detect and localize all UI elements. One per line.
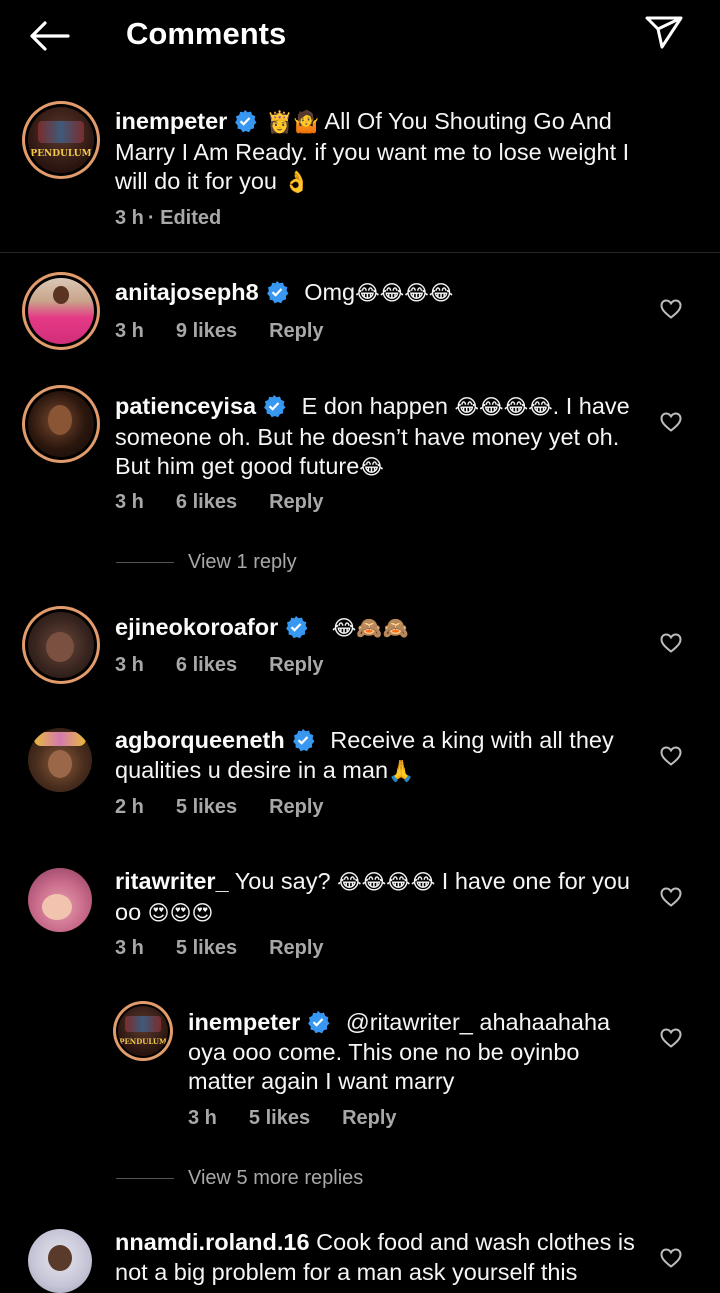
likes-count[interactable]: 6 likes <box>176 491 237 513</box>
view-replies-label: View 5 more replies <box>188 1167 364 1189</box>
comment-text: Omg <box>304 279 356 305</box>
mention-link[interactable]: @ritawriter_ <box>346 1009 473 1035</box>
emoji: 😍😍😍 <box>147 901 214 925</box>
reply-button[interactable]: Reply <box>269 796 323 818</box>
heart-icon[interactable] <box>660 746 682 766</box>
reply-button[interactable]: Reply <box>269 491 323 513</box>
heart-icon[interactable] <box>660 887 682 907</box>
reply-button[interactable]: Reply <box>269 937 323 959</box>
username[interactable]: inempeter <box>188 1009 300 1035</box>
view-replies-button[interactable]: View 5 more replies <box>116 1167 363 1190</box>
username[interactable]: agborqueeneth <box>115 727 285 753</box>
verified-badge-icon <box>286 616 308 639</box>
likes-count[interactable]: 6 likes <box>176 654 237 676</box>
avatar[interactable] <box>28 1229 92 1293</box>
divider-line <box>116 1178 174 1180</box>
heart-icon[interactable] <box>660 412 682 432</box>
timestamp: 2 h <box>115 796 144 818</box>
view-replies-button[interactable]: View 1 reply <box>116 551 297 574</box>
verified-badge-icon <box>292 729 315 752</box>
reply-button[interactable]: Reply <box>342 1107 396 1129</box>
avatar[interactable] <box>28 391 94 457</box>
share-icon[interactable] <box>644 14 684 50</box>
avatar[interactable]: PENDULUM <box>28 107 94 173</box>
heart-icon[interactable] <box>660 633 682 653</box>
verified-badge-icon <box>308 1011 330 1034</box>
verified-badge-icon <box>235 110 257 133</box>
divider-line <box>116 562 174 564</box>
timestamp: 3 h <box>115 654 144 676</box>
likes-count[interactable]: 5 likes <box>176 937 237 959</box>
divider <box>0 252 720 253</box>
caption-text: inempeter 👸🤷 All Of You Shouting Go And … <box>115 107 655 198</box>
emoji: 👸🤷 <box>266 111 320 134</box>
emoji: 🙏 <box>388 759 415 783</box>
likes-count[interactable]: 5 likes <box>249 1107 310 1129</box>
timestamp: 3 h <box>115 937 144 959</box>
heart-icon[interactable] <box>660 299 682 319</box>
avatar[interactable]: PENDULUM <box>118 1006 168 1056</box>
avatar[interactable] <box>28 612 94 678</box>
timestamp: 3 h <box>115 491 144 513</box>
page-title: Comments <box>126 16 287 51</box>
comment-text: E don happen <box>301 393 448 419</box>
back-arrow-icon[interactable] <box>28 20 70 52</box>
username[interactable]: ritawriter_ <box>115 868 229 894</box>
avatar[interactable] <box>28 868 92 932</box>
reply-button[interactable]: Reply <box>269 654 323 676</box>
verified-badge-icon <box>266 281 289 304</box>
emoji: 😂🙈🙈 <box>331 617 409 640</box>
avatar[interactable] <box>28 278 94 344</box>
username[interactable]: patienceyisa <box>115 393 256 419</box>
emoji: 😂 <box>359 456 384 479</box>
username[interactable]: ejineokoroafor <box>115 614 278 640</box>
emoji: 😂😂😂😂 <box>454 396 553 419</box>
view-replies-label: View 1 reply <box>188 551 297 573</box>
avatar[interactable] <box>28 728 92 792</box>
emoji: 😂😂😂😂 <box>337 871 436 894</box>
comment-text: You say? <box>234 868 331 894</box>
heart-icon[interactable] <box>660 1248 682 1268</box>
avatar-logo-text: PENDULUM <box>119 1037 167 1046</box>
likes-count[interactable]: 5 likes <box>176 796 237 818</box>
heart-icon[interactable] <box>660 1028 682 1048</box>
timestamp: 3 h <box>188 1107 217 1129</box>
edited-label: · Edited <box>147 207 222 229</box>
verified-badge-icon <box>264 395 286 418</box>
timestamp: 3 h <box>115 207 144 229</box>
avatar-logo-text: PENDULUM <box>30 149 92 159</box>
timestamp: 3 h <box>115 320 144 342</box>
username[interactable]: anitajoseph8 <box>115 279 259 305</box>
emoji: 👌 <box>283 171 310 194</box>
username[interactable]: inempeter <box>115 108 227 134</box>
emoji: 😂😂😂😂 <box>355 282 454 305</box>
reply-button[interactable]: Reply <box>269 320 323 342</box>
username[interactable]: nnamdi.roland.16 <box>115 1229 310 1255</box>
likes-count[interactable]: 9 likes <box>176 320 237 342</box>
